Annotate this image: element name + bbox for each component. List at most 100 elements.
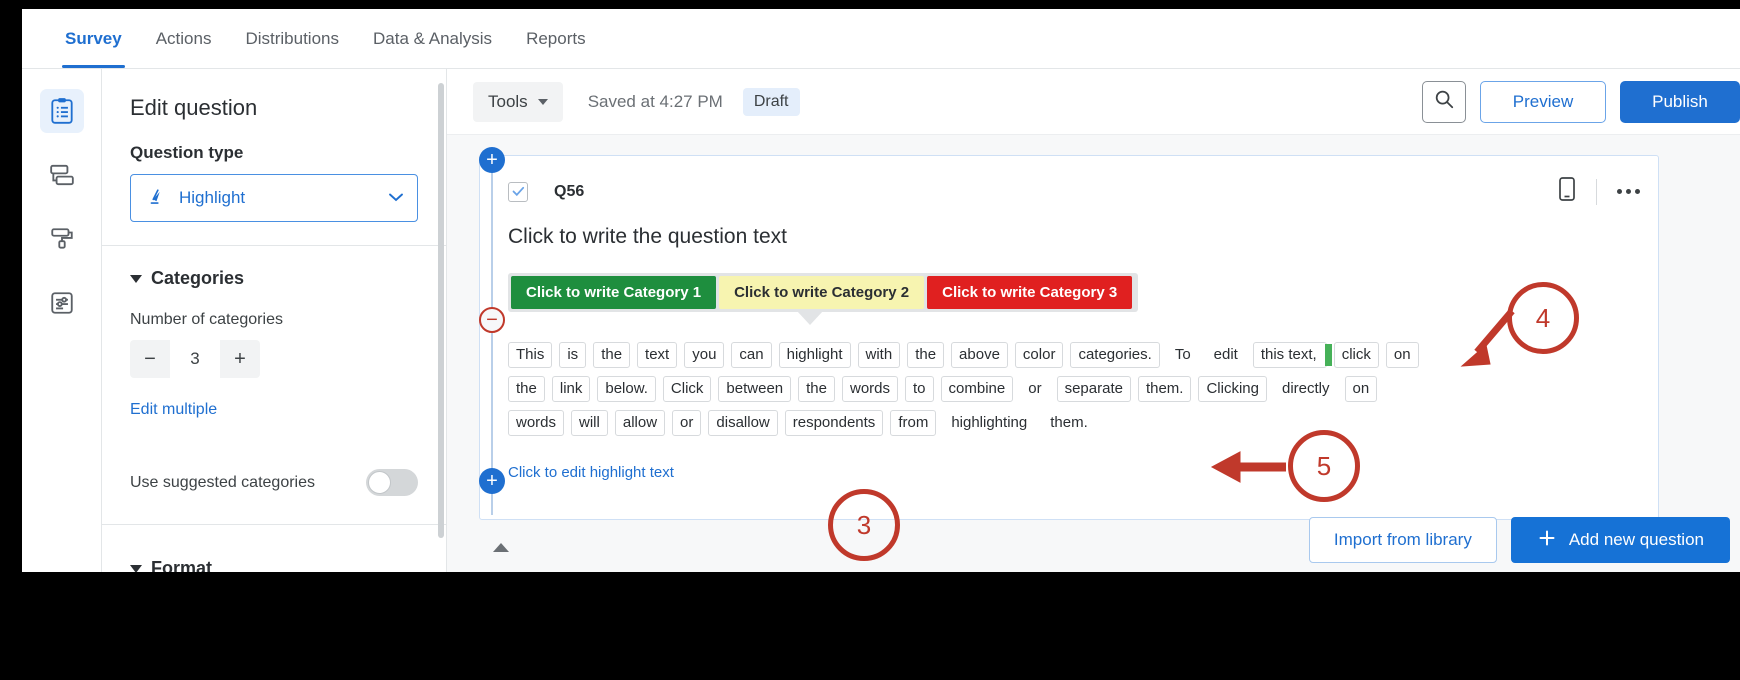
category-button-3[interactable]: Click to write Category 3 bbox=[927, 276, 1133, 309]
ellipsis-icon[interactable] bbox=[1617, 189, 1640, 194]
caret-down-icon bbox=[130, 564, 142, 572]
number-of-categories-stepper[interactable]: − 3 + bbox=[130, 340, 260, 378]
highlight-token[interactable]: on bbox=[1344, 376, 1378, 402]
highlight-token[interactable]: separate bbox=[1056, 376, 1131, 402]
highlight-token[interactable]: can bbox=[731, 342, 772, 368]
highlight-token[interactable]: Click bbox=[662, 376, 712, 402]
toolbar-actions: Preview Publish bbox=[1422, 80, 1740, 123]
add-new-question-label: Add new question bbox=[1568, 530, 1704, 549]
panel-scrollbar[interactable] bbox=[438, 83, 444, 538]
highlight-token[interactable]: to bbox=[905, 376, 934, 402]
add-new-question-button[interactable]: Add new question bbox=[1510, 517, 1730, 563]
number-of-categories-label: Number of categories bbox=[130, 311, 283, 328]
search-icon bbox=[1433, 88, 1455, 115]
preview-button[interactable]: Preview bbox=[1480, 80, 1606, 123]
highlight-token[interactable]: combine bbox=[940, 376, 1014, 402]
highlight-token[interactable]: between bbox=[718, 376, 792, 402]
collapse-question-button[interactable]: − bbox=[479, 307, 505, 333]
highlight-token[interactable]: above bbox=[951, 342, 1008, 368]
highlight-line: words will allow or disallow respondents from h… bbox=[508, 410, 1618, 436]
decrement-button[interactable]: − bbox=[130, 340, 170, 378]
question-card-header: Q56 bbox=[480, 156, 1658, 207]
qualtrics-survey-editor: Survey Actions Distributions Data & Anal… bbox=[22, 9, 1740, 572]
tool-rail bbox=[22, 69, 102, 572]
highlight-token[interactable]: words bbox=[842, 376, 899, 402]
highlight-token[interactable]: words bbox=[508, 410, 565, 436]
chevron-down-icon bbox=[387, 188, 405, 208]
highlight-token[interactable]: This bbox=[508, 342, 553, 368]
highlight-token[interactable]: from bbox=[890, 410, 937, 436]
highlight-token[interactable]: disallow bbox=[708, 410, 778, 436]
highlight-token[interactable]: edit bbox=[1205, 342, 1246, 368]
highlight-token[interactable]: will bbox=[571, 410, 608, 436]
highlight-token[interactable]: To bbox=[1166, 342, 1199, 368]
highlight-token[interactable]: respondents bbox=[784, 410, 884, 436]
nav-tab-actions[interactable]: Actions bbox=[139, 9, 229, 68]
highlight-token[interactable]: this text, bbox=[1252, 342, 1332, 368]
survey-flow-icon bbox=[49, 162, 75, 188]
highlight-token[interactable]: is bbox=[559, 342, 587, 368]
format-section-header[interactable]: Format bbox=[130, 558, 418, 572]
highlight-token[interactable]: categories. bbox=[1070, 342, 1160, 368]
highlight-token[interactable]: you bbox=[684, 342, 725, 368]
use-suggested-categories-toggle[interactable] bbox=[366, 469, 418, 496]
category-button-2[interactable]: Click to write Category 2 bbox=[719, 276, 925, 309]
add-question-above-button[interactable]: + bbox=[479, 147, 505, 173]
highlight-token[interactable]: the bbox=[798, 376, 835, 402]
highlight-line: the link below. Click between the words to combi… bbox=[508, 376, 1618, 402]
edit-highlight-text-link[interactable]: Click to edit highlight text bbox=[508, 464, 674, 481]
highlight-token[interactable]: on bbox=[1385, 342, 1419, 368]
highlight-token[interactable]: link bbox=[551, 376, 591, 402]
highlight-token[interactable]: directly bbox=[1273, 376, 1338, 402]
question-text[interactable]: Click to write the question text bbox=[508, 225, 1658, 249]
rail-item-survey-options[interactable] bbox=[40, 281, 84, 325]
highlight-line: This is the text you can highlight with the above… bbox=[508, 342, 1618, 368]
rail-item-survey-flow[interactable] bbox=[40, 153, 84, 197]
highlight-token[interactable]: below. bbox=[597, 376, 656, 402]
question-type-select[interactable]: Highlight bbox=[130, 174, 418, 222]
highlight-token[interactable]: or bbox=[672, 410, 702, 436]
category-button-1[interactable]: Click to write Category 1 bbox=[511, 276, 717, 309]
highlight-token[interactable]: highlighting bbox=[943, 410, 1036, 436]
category-label: Click to write Category 1 bbox=[526, 284, 702, 301]
rail-item-survey-builder[interactable] bbox=[39, 89, 84, 133]
edit-multiple-link[interactable]: Edit multiple bbox=[130, 401, 418, 419]
increment-button[interactable]: + bbox=[220, 340, 260, 378]
highlight-token[interactable]: highlight bbox=[778, 342, 851, 368]
question-type-label: Question type bbox=[130, 143, 244, 162]
highlight-token[interactable]: with bbox=[857, 342, 901, 368]
nav-tab-label: Distributions bbox=[245, 28, 339, 48]
highlight-token[interactable]: them. bbox=[1042, 410, 1096, 436]
highlight-token[interactable]: or bbox=[1020, 376, 1050, 402]
categories-count-value[interactable]: 3 bbox=[170, 340, 220, 378]
rail-item-look-and-feel[interactable] bbox=[40, 217, 84, 261]
categories-section-header[interactable]: Categories bbox=[130, 268, 418, 289]
highlight-token[interactable]: the bbox=[907, 342, 945, 368]
categories-section-label: Categories bbox=[151, 268, 245, 288]
nav-tab-reports[interactable]: Reports bbox=[509, 9, 603, 68]
search-button[interactable] bbox=[1422, 80, 1466, 123]
category-label: Click to write Category 2 bbox=[734, 284, 910, 301]
mobile-preview-icon[interactable] bbox=[1558, 176, 1576, 207]
import-from-library-button[interactable]: Import from library bbox=[1308, 517, 1497, 563]
highlight-token[interactable]: allow bbox=[614, 410, 666, 436]
highlight-token[interactable]: Clicking bbox=[1198, 376, 1267, 402]
clipboard-list-icon bbox=[49, 97, 75, 125]
publish-button[interactable]: Publish bbox=[1620, 80, 1740, 123]
highlight-token[interactable]: text bbox=[637, 342, 678, 368]
highlight-token[interactable]: click bbox=[1333, 342, 1379, 368]
nav-tab-data-analysis[interactable]: Data & Analysis bbox=[356, 9, 509, 68]
nav-tab-distributions[interactable]: Distributions bbox=[228, 9, 356, 68]
category-pointer-icon bbox=[797, 311, 823, 325]
question-select-checkbox[interactable] bbox=[508, 181, 528, 202]
highlight-token[interactable]: the bbox=[508, 376, 545, 402]
highlight-token[interactable]: color bbox=[1014, 342, 1064, 368]
add-question-below-button[interactable]: + bbox=[479, 468, 505, 494]
canvas-footer: Import from library Add new question bbox=[447, 508, 1740, 572]
tools-button[interactable]: Tools bbox=[473, 81, 563, 122]
highlight-token[interactable]: the bbox=[593, 342, 631, 368]
highlight-text-area: This is the text you can highlight with the above… bbox=[508, 342, 1618, 436]
highlight-token[interactable]: them. bbox=[1137, 376, 1192, 402]
collapse-block-caret-icon[interactable] bbox=[493, 543, 509, 552]
nav-tab-survey[interactable]: Survey bbox=[48, 9, 139, 68]
